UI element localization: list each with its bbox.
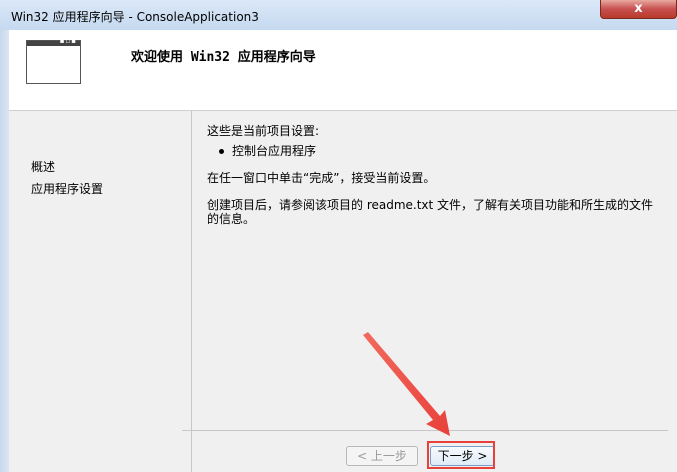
annotation-arrow-icon	[363, 332, 450, 436]
